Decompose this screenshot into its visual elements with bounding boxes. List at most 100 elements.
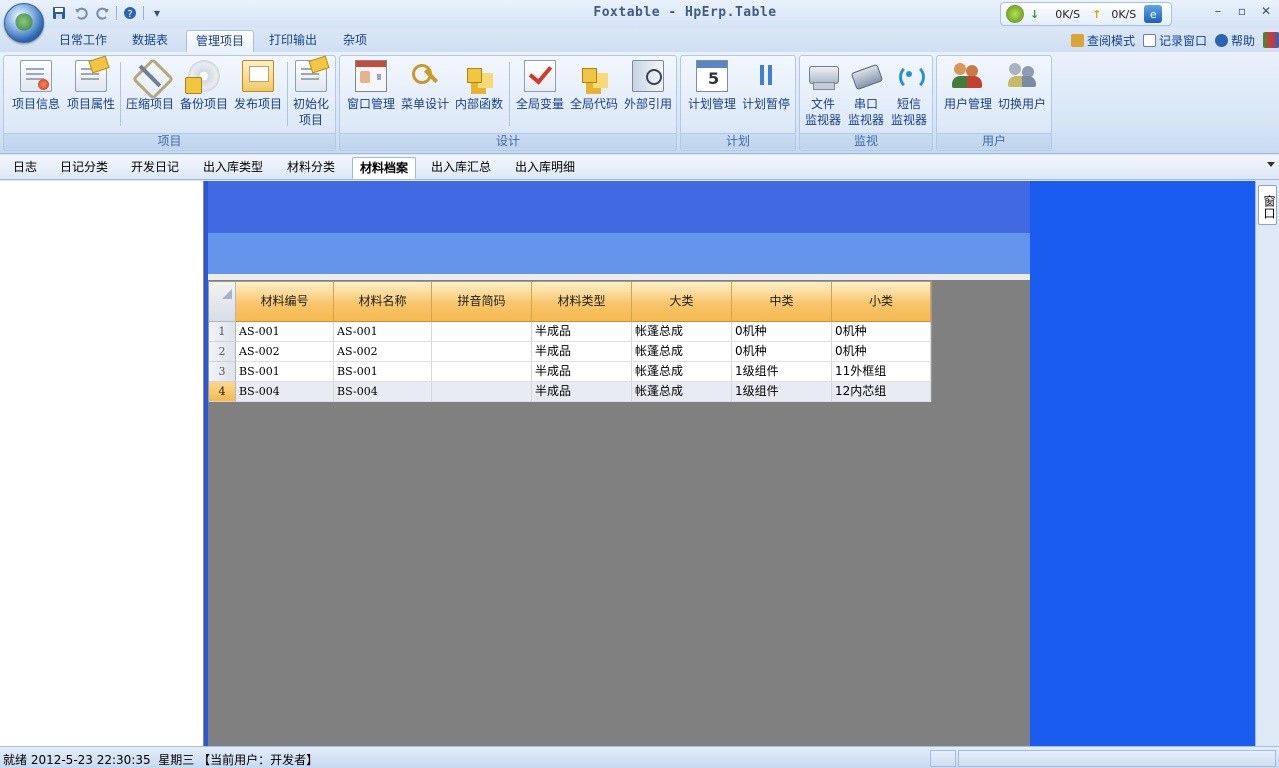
external-references-button[interactable]: 外部引用: [620, 58, 676, 134]
help-link[interactable]: 帮助: [1214, 32, 1255, 49]
view-mode-link[interactable]: 查阅模式: [1070, 32, 1135, 49]
sheet-tab-inout-summary[interactable]: 出入库汇总: [424, 157, 498, 179]
table-cell[interactable]: [432, 342, 532, 362]
sheet-tab-inout-type[interactable]: 出入库类型: [196, 157, 270, 179]
table-cell[interactable]: 11外框组: [832, 362, 931, 382]
material-archive-grid[interactable]: 材料编号 材料名称 拼音简码 材料类型 大类 中类 小类 1 AS-001 AS…: [208, 281, 932, 402]
row-header[interactable]: 3: [209, 362, 236, 382]
table-cell[interactable]: 0机种: [732, 322, 832, 342]
table-cell[interactable]: 1级组件: [732, 382, 832, 402]
ribbon-group-label-project: 项目: [4, 133, 335, 149]
table-cell[interactable]: 半成品: [532, 362, 632, 382]
global-variables-button[interactable]: 全局变量: [512, 58, 568, 134]
table-cell[interactable]: 帐蓬总成: [632, 342, 732, 362]
table-cell[interactable]: BS-001: [236, 362, 334, 382]
column-header[interactable]: 材料编号: [236, 282, 334, 322]
undo-icon[interactable]: [72, 4, 90, 22]
sheet-tab-diary-category[interactable]: 日记分类: [53, 157, 115, 179]
table-cell[interactable]: 半成品: [532, 342, 632, 362]
backup-project-button[interactable]: 备份项目: [176, 58, 232, 134]
compress-project-button[interactable]: 压缩项目: [122, 58, 178, 134]
table-cell[interactable]: 帐蓬总成: [632, 322, 732, 342]
schedule-pause-button[interactable]: 计划暂停: [738, 58, 794, 134]
table-cell[interactable]: BS-004: [334, 382, 432, 402]
ribbon-group-schedule: 计划管理 计划暂停 计划: [680, 55, 796, 151]
table-cell[interactable]: AS-002: [236, 342, 334, 362]
initialize-project-button[interactable]: 初始化 项目: [288, 58, 334, 134]
serial-monitor-button[interactable]: 串口 监视器: [844, 58, 888, 134]
sheet-tab-log[interactable]: 日志: [6, 157, 44, 179]
application-menu-button[interactable]: [4, 3, 44, 43]
column-header[interactable]: 拼音简码: [432, 282, 532, 322]
minimize-button[interactable]: –: [1208, 4, 1228, 20]
sheet-tab-inout-detail[interactable]: 出入库明细: [508, 157, 582, 179]
table-cell[interactable]: BS-004: [236, 382, 334, 402]
table-cell[interactable]: 帐蓬总成: [632, 362, 732, 382]
tab-data-tables[interactable]: 数据表: [123, 30, 177, 52]
table-cell[interactable]: [432, 382, 532, 402]
menu-design-button[interactable]: 菜单设计: [397, 58, 453, 134]
table-cell[interactable]: AS-001: [334, 322, 432, 342]
column-header[interactable]: 材料类型: [532, 282, 632, 322]
save-icon[interactable]: [50, 4, 68, 22]
tab-manage-project[interactable]: 管理项目: [186, 30, 255, 52]
tab-daily-work[interactable]: 日常工作: [50, 30, 116, 52]
table-cell[interactable]: 半成品: [532, 322, 632, 342]
restore-button[interactable]: ▫: [1232, 4, 1252, 20]
qat-separator: [143, 6, 144, 20]
lock-icon: [1070, 33, 1084, 47]
table-cell[interactable]: AS-001: [236, 322, 334, 342]
navigation-pane[interactable]: [0, 181, 204, 746]
table-cell[interactable]: [432, 362, 532, 382]
table-cell[interactable]: 12内芯组: [832, 382, 931, 402]
table-cell[interactable]: 0机种: [832, 342, 931, 362]
column-header[interactable]: 大类: [632, 282, 732, 322]
table-cell[interactable]: AS-002: [334, 342, 432, 362]
sheet-tab-dev-diary[interactable]: 开发日记: [124, 157, 186, 179]
qat-separator: [116, 6, 117, 20]
help-icon[interactable]: ?: [121, 4, 139, 22]
column-header[interactable]: 材料名称: [334, 282, 432, 322]
column-header[interactable]: 中类: [732, 282, 832, 322]
log-window-link[interactable]: 记录窗口: [1142, 32, 1207, 49]
global-code-button[interactable]: 全局代码: [566, 58, 622, 134]
side-tab-window[interactable]: 窗口: [1258, 185, 1277, 225]
switch-user-button[interactable]: 切换用户: [994, 58, 1050, 134]
internal-functions-button[interactable]: 内部函数: [451, 58, 507, 134]
window-manager-button[interactable]: 窗口管理: [343, 58, 399, 134]
table-cell[interactable]: 半成品: [532, 382, 632, 402]
table-cell[interactable]: BS-001: [334, 362, 432, 382]
style-switcher-icon[interactable]: [1263, 32, 1279, 48]
column-header[interactable]: 小类: [832, 282, 931, 322]
table-cell[interactable]: 0机种: [832, 322, 931, 342]
project-properties-button[interactable]: 项目属性: [63, 58, 119, 134]
row-header[interactable]: 1: [209, 322, 236, 342]
help-circle-icon: [1214, 33, 1228, 47]
close-button[interactable]: ✕: [1256, 4, 1276, 20]
row-header[interactable]: 4: [209, 382, 236, 402]
table-cell[interactable]: 0机种: [732, 342, 832, 362]
function-icon: [463, 60, 495, 92]
user-manager-button[interactable]: 用户管理: [940, 58, 996, 134]
row-header[interactable]: 2: [209, 342, 236, 362]
schedule-manager-button[interactable]: 计划管理: [684, 58, 740, 134]
redo-icon[interactable]: [94, 4, 112, 22]
file-monitor-button[interactable]: 文件 监视器: [801, 58, 845, 134]
sheet-tab-material-archive[interactable]: 材料档案: [352, 157, 417, 179]
pause-icon: [750, 60, 782, 92]
user-manager-label: 用户管理: [943, 97, 992, 111]
tab-misc[interactable]: 杂项: [334, 30, 376, 52]
table-cell[interactable]: 1级组件: [732, 362, 832, 382]
browser-icon[interactable]: e: [1144, 5, 1163, 23]
customize-toolbar-button[interactable]: ▾: [148, 4, 166, 22]
project-info-button[interactable]: 项目信息: [8, 58, 64, 134]
tab-print-output[interactable]: 打印输出: [260, 30, 326, 52]
table-cell[interactable]: 帐蓬总成: [632, 382, 732, 402]
sheet-tab-material-category[interactable]: 材料分类: [280, 157, 342, 179]
tab-list-dropdown-icon[interactable]: [1267, 162, 1275, 167]
sms-monitor-button[interactable]: 短信 监视器: [887, 58, 931, 134]
network-monitor[interactable]: ↓ 0K/S ↑ 0K/S e: [1000, 2, 1172, 26]
table-cell[interactable]: [432, 322, 532, 342]
publish-project-button[interactable]: 发布项目: [230, 58, 286, 134]
grid-select-all[interactable]: [209, 282, 236, 322]
